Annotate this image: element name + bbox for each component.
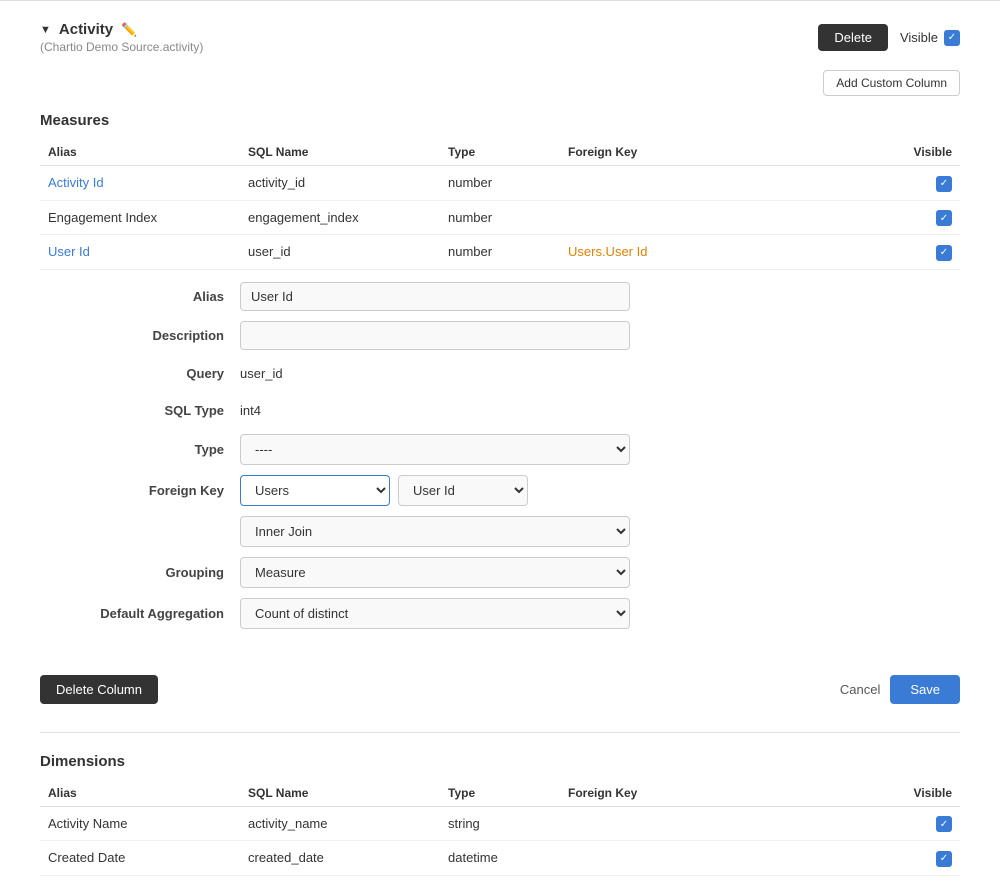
dimensions-col-type: Type [440, 780, 560, 807]
sql-type-label: SQL Type [40, 403, 240, 418]
measures-col-type: Type [440, 139, 560, 166]
aggregation-label: Default Aggregation [40, 606, 240, 621]
fk-cell [560, 166, 720, 201]
section-title-area: ▼ Activity ✏️ (Chartio Demo Source.activ… [40, 21, 203, 54]
type-cell: number [440, 166, 560, 201]
sqlname-cell: engagement_index [240, 200, 440, 235]
alias-cell[interactable]: Engagement Index [48, 210, 157, 225]
table-row[interactable]: Engagement Index engagement_index number… [40, 200, 960, 235]
activity-title: Activity [59, 21, 113, 38]
alias-label: Alias [40, 289, 240, 304]
type-cell: number [440, 200, 560, 235]
edit-icon[interactable]: ✏️ [121, 22, 137, 38]
delete-column-button[interactable]: Delete Column [40, 675, 158, 704]
dimensions-label: Dimensions [40, 753, 960, 770]
fk-cell [560, 200, 720, 235]
add-custom-column-button[interactable]: Add Custom Column [823, 70, 960, 96]
table-row[interactable]: User Id user_id number Users.User Id ✓ [40, 235, 960, 270]
dim-type-cell: datetime [440, 841, 560, 876]
save-button[interactable]: Save [890, 675, 960, 704]
dimensions-table: Alias SQL Name Type Foreign Key Visible … [40, 780, 960, 876]
form-row-query: Query user_id [40, 360, 960, 387]
sqlname-cell: activity_id [240, 166, 440, 201]
form-row-type: Type ---- number string date datetime [40, 434, 960, 465]
measures-label: Measures [40, 112, 960, 129]
type-cell: number [440, 235, 560, 270]
alias-cell[interactable]: User Id [48, 244, 90, 259]
alias-cell[interactable]: Activity Id [48, 175, 104, 190]
add-custom-column-area: Add Custom Column [40, 70, 960, 96]
dim-row-visible-checkbox[interactable]: ✓ [936, 816, 952, 832]
table-row[interactable]: Activity Name activity_name string ✓ [40, 806, 960, 841]
dim-row-visible-checkbox[interactable]: ✓ [936, 851, 952, 867]
measures-table: Alias SQL Name Type Foreign Key Visible … [40, 139, 960, 270]
fk-column-select[interactable]: User Id User Name [398, 475, 528, 506]
dim-fk-cell [560, 806, 720, 841]
measures-col-visible: Visible [720, 139, 960, 166]
dim-visible-cell[interactable]: ✓ [720, 841, 960, 876]
visible-checkbox[interactable]: ✓ [944, 30, 960, 46]
dim-sqlname-cell: created_date [240, 841, 440, 876]
dim-visible-cell[interactable]: ✓ [720, 806, 960, 841]
row-visible-checkbox[interactable]: ✓ [936, 176, 952, 192]
measures-col-fk: Foreign Key [560, 139, 720, 166]
description-label: Description [40, 328, 240, 343]
measures-col-sqlname: SQL Name [240, 139, 440, 166]
form-row-description: Description [40, 321, 960, 350]
dimensions-col-sqlname: SQL Name [240, 780, 440, 807]
fk-table-select[interactable]: Users (none) [240, 475, 390, 506]
form-row-join: Inner Join Left Join Right Join [40, 516, 960, 547]
sql-type-value: int4 [240, 397, 630, 424]
query-value: user_id [240, 360, 630, 387]
edit-panel: Alias Description Query user_id SQL Type… [40, 270, 960, 651]
foreign-key-label: Foreign Key [40, 483, 240, 498]
right-actions: Cancel Save [840, 675, 960, 704]
visible-cell[interactable]: ✓ [720, 166, 960, 201]
form-row-alias: Alias [40, 282, 960, 311]
dim-sqlname-cell: activity_name [240, 806, 440, 841]
dimensions-col-alias: Alias [40, 780, 240, 807]
alias-input[interactable] [240, 282, 630, 311]
aggregation-select[interactable]: Count of distinct Sum Average Count Min … [240, 598, 630, 629]
section-header: ▼ Activity ✏️ (Chartio Demo Source.activ… [40, 21, 960, 54]
measures-col-alias: Alias [40, 139, 240, 166]
description-input[interactable] [240, 321, 630, 350]
form-row-aggregation: Default Aggregation Count of distinct Su… [40, 598, 960, 629]
dimensions-col-fk: Foreign Key [560, 780, 720, 807]
header-actions: Delete Visible ✓ [818, 24, 960, 51]
join-type-select[interactable]: Inner Join Left Join Right Join [240, 516, 630, 547]
cancel-button[interactable]: Cancel [840, 682, 880, 697]
foreign-key-selects: Users (none) User Id User Name [240, 475, 528, 506]
dimensions-col-visible: Visible [720, 780, 960, 807]
action-row: Delete Column Cancel Save [40, 667, 960, 712]
table-row[interactable]: Created Date created_date datetime ✓ [40, 841, 960, 876]
type-label: Type [40, 442, 240, 457]
delete-button[interactable]: Delete [818, 24, 888, 51]
visible-toggle-label: Visible ✓ [900, 30, 960, 46]
form-row-foreignkey: Foreign Key Users (none) User Id User Na… [40, 475, 960, 506]
form-row-sqltype: SQL Type int4 [40, 397, 960, 424]
grouping-label: Grouping [40, 565, 240, 580]
divider [40, 732, 960, 733]
section-title: ▼ Activity ✏️ [40, 21, 203, 38]
visible-cell[interactable]: ✓ [720, 235, 960, 270]
grouping-select[interactable]: Measure Dimension [240, 557, 630, 588]
dim-fk-cell [560, 841, 720, 876]
type-select[interactable]: ---- number string date datetime [240, 434, 630, 465]
sqlname-cell: user_id [240, 235, 440, 270]
table-row[interactable]: Activity Id activity_id number ✓ [40, 166, 960, 201]
fk-cell: Users.User Id [560, 235, 720, 270]
triangle-icon: ▼ [40, 24, 51, 36]
dim-alias-cell[interactable]: Created Date [48, 850, 125, 865]
row-visible-checkbox[interactable]: ✓ [936, 210, 952, 226]
section-subtitle: (Chartio Demo Source.activity) [40, 40, 203, 54]
dim-alias-cell[interactable]: Activity Name [48, 816, 127, 831]
row-visible-checkbox[interactable]: ✓ [936, 245, 952, 261]
query-label: Query [40, 366, 240, 381]
visible-cell[interactable]: ✓ [720, 200, 960, 235]
form-row-grouping: Grouping Measure Dimension [40, 557, 960, 588]
page-container: ▼ Activity ✏️ (Chartio Demo Source.activ… [0, 0, 1000, 896]
dim-type-cell: string [440, 806, 560, 841]
